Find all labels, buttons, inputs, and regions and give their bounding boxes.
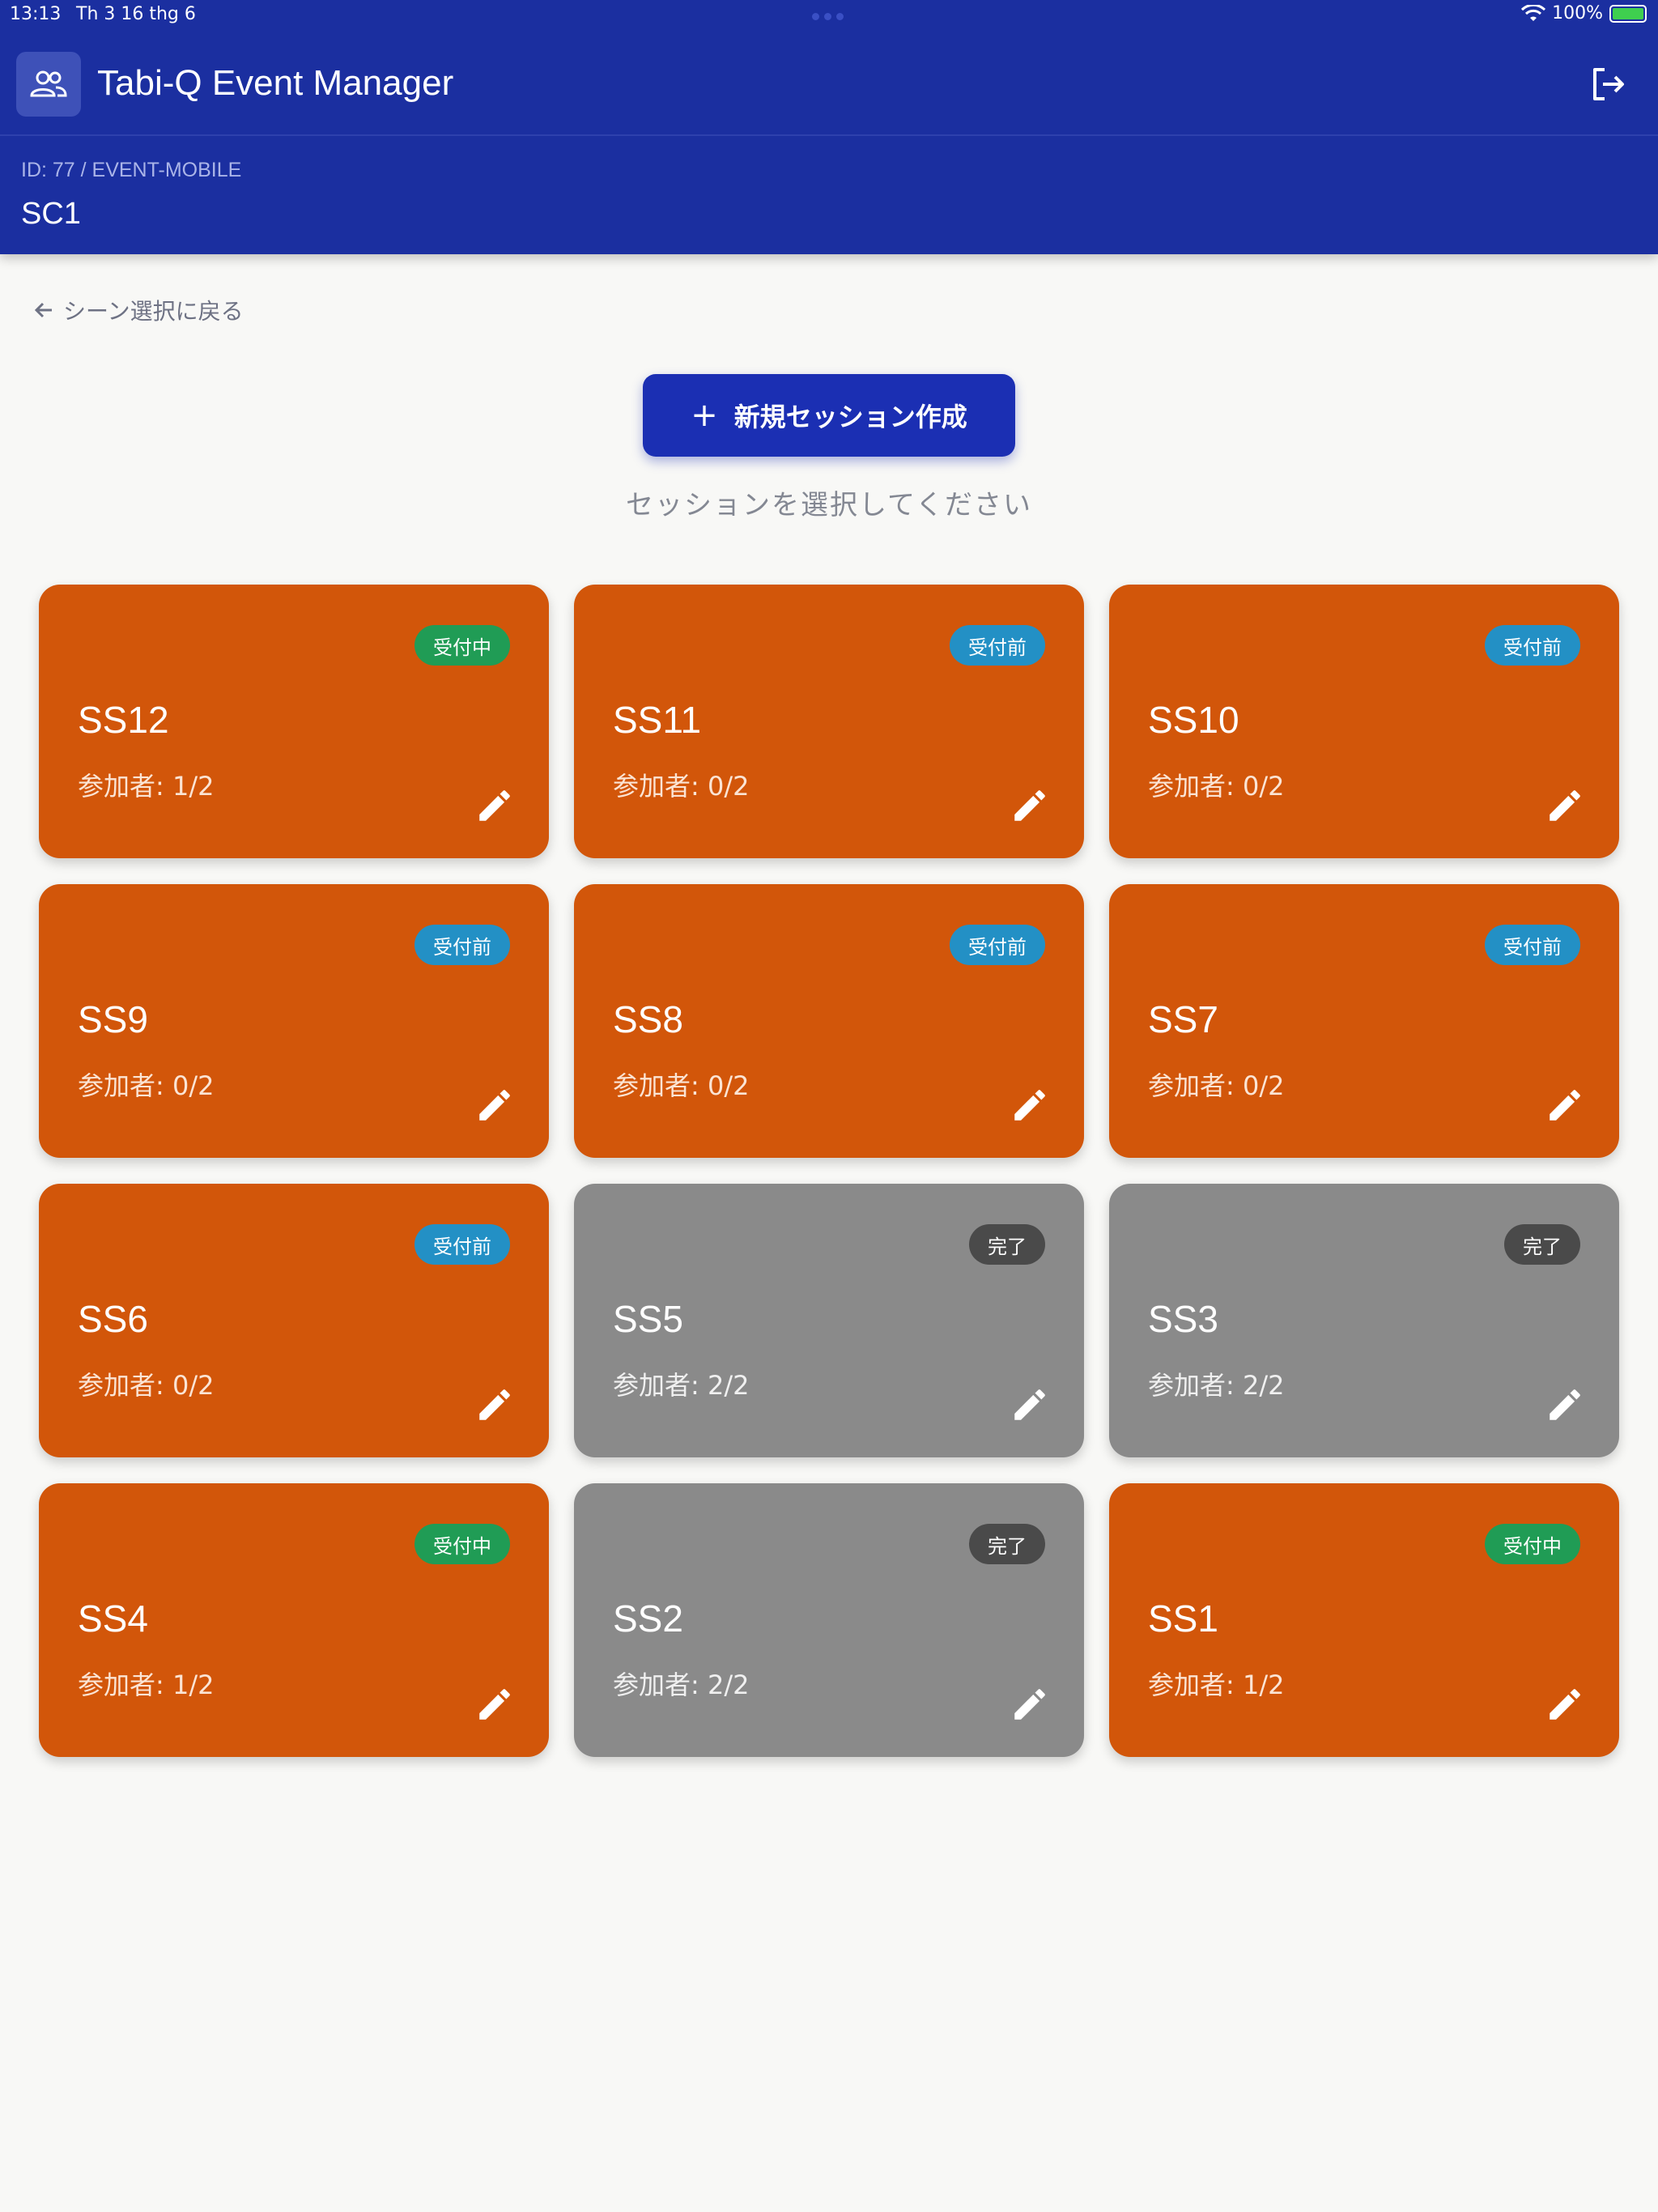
arrow-left-icon	[34, 302, 52, 318]
status-badge: 受付前	[414, 925, 510, 965]
session-card[interactable]: 受付前 SS10 参加者: 0/2	[1109, 585, 1619, 858]
status-date: Th 3 16 thg 6	[76, 4, 196, 24]
participant-count: 参加者: 2/2	[613, 1370, 750, 1401]
session-name: SS4	[78, 1597, 148, 1640]
pencil-icon	[474, 1090, 515, 1129]
edit-session-button[interactable]	[1010, 1385, 1050, 1425]
session-card[interactable]: 完了 SS2 参加者: 2/2	[574, 1483, 1084, 1757]
pencil-icon	[1545, 1689, 1585, 1728]
participant-count: 参加者: 0/2	[78, 1370, 215, 1401]
participant-count: 参加者: 2/2	[613, 1670, 750, 1700]
edit-session-button[interactable]	[1010, 785, 1050, 826]
participant-count: 参加者: 1/2	[1148, 1670, 1285, 1700]
session-card[interactable]: 受付中 SS1 参加者: 1/2	[1109, 1483, 1619, 1757]
edit-session-button[interactable]	[1010, 1684, 1050, 1725]
event-name: SC1	[21, 197, 81, 231]
participant-count: 参加者: 0/2	[1148, 1070, 1285, 1101]
wifi-icon	[1521, 4, 1546, 21]
session-card[interactable]: 受付前 SS9 参加者: 0/2	[39, 884, 549, 1158]
pencil-icon	[1545, 1389, 1585, 1428]
edit-session-button[interactable]	[1545, 1085, 1585, 1125]
create-session-button[interactable]: + 新規セッション作成	[643, 374, 1015, 457]
session-name: SS8	[613, 998, 683, 1040]
session-card[interactable]: 受付前 SS7 参加者: 0/2	[1109, 884, 1619, 1158]
users-icon	[16, 52, 81, 117]
session-name: SS3	[1148, 1298, 1218, 1340]
status-time: 13:13	[10, 4, 62, 24]
participant-count: 参加者: 0/2	[78, 1070, 215, 1101]
back-to-scene-link[interactable]: シーン選択に戻る	[32, 294, 244, 326]
create-session-label: 新規セッション作成	[733, 402, 967, 432]
battery-icon	[1609, 4, 1647, 23]
status-badge: 受付前	[950, 925, 1045, 965]
session-grid: 受付中 SS12 参加者: 1/2 受付前 SS11 参加者: 0/2 受付前 SS10 参加者…	[39, 585, 1619, 1757]
pencil-icon	[1010, 1689, 1050, 1728]
multitasking-dots-icon[interactable]	[810, 5, 848, 21]
session-name: SS2	[613, 1597, 683, 1640]
select-session-prompt: セッションを選択してください	[626, 489, 1032, 521]
status-badge: 受付中	[414, 625, 510, 666]
edit-session-button[interactable]	[1545, 1684, 1585, 1725]
session-card[interactable]: 受付前 SS11 参加者: 0/2	[574, 585, 1084, 858]
pencil-icon	[474, 790, 515, 829]
edit-session-button[interactable]	[474, 1085, 515, 1125]
status-badge: 完了	[969, 1524, 1045, 1564]
participant-count: 参加者: 2/2	[1148, 1370, 1285, 1401]
session-card[interactable]: 受付前 SS6 参加者: 0/2	[39, 1184, 549, 1457]
pencil-icon	[1545, 1090, 1585, 1129]
status-badge: 受付前	[1485, 625, 1580, 666]
participant-count: 参加者: 1/2	[78, 771, 215, 802]
session-name: SS11	[613, 699, 702, 741]
session-card[interactable]: 受付中 SS4 参加者: 1/2	[39, 1483, 549, 1757]
status-indicators: 100%	[1521, 3, 1647, 23]
session-card[interactable]: 受付中 SS12 参加者: 1/2	[39, 585, 549, 858]
participant-count: 参加者: 1/2	[78, 1670, 215, 1700]
edit-session-button[interactable]	[1010, 1085, 1050, 1125]
edit-session-button[interactable]	[1545, 785, 1585, 826]
session-card[interactable]: 完了 SS3 参加者: 2/2	[1109, 1184, 1619, 1457]
status-badge: 受付前	[950, 625, 1045, 666]
session-name: SS7	[1148, 998, 1218, 1040]
pencil-icon	[1010, 790, 1050, 829]
logout-icon	[1593, 68, 1624, 100]
pencil-icon	[1010, 1090, 1050, 1129]
status-bar: 13:13 Th 3 16 thg 6 100%	[0, 0, 1658, 32]
pencil-icon	[1010, 1389, 1050, 1428]
participant-count: 参加者: 0/2	[613, 771, 750, 802]
edit-session-button[interactable]	[1545, 1385, 1585, 1425]
participant-count: 参加者: 0/2	[1148, 771, 1285, 802]
session-name: SS12	[78, 699, 169, 741]
app-title: Tabi-Q Event Manager	[97, 63, 454, 103]
battery-percent: 100%	[1552, 3, 1603, 23]
app-bar: Tabi-Q Event Manager	[0, 32, 1658, 136]
status-badge: 完了	[1504, 1224, 1580, 1265]
event-id: ID: 77 / EVENT-MOBILE	[21, 159, 242, 181]
session-name: SS9	[78, 998, 148, 1040]
session-name: SS5	[613, 1298, 683, 1340]
plus-icon: +	[691, 397, 718, 434]
status-badge: 受付前	[414, 1224, 510, 1265]
edit-session-button[interactable]	[474, 785, 515, 826]
pencil-icon	[474, 1689, 515, 1728]
pencil-icon	[474, 1389, 515, 1428]
edit-session-button[interactable]	[474, 1385, 515, 1425]
status-badge: 受付前	[1485, 925, 1580, 965]
status-badge: 完了	[969, 1224, 1045, 1265]
session-card[interactable]: 受付前 SS8 参加者: 0/2	[574, 884, 1084, 1158]
participant-count: 参加者: 0/2	[613, 1070, 750, 1101]
session-name: SS10	[1148, 699, 1239, 741]
back-link-label: シーン選択に戻る	[63, 298, 244, 325]
session-name: SS6	[78, 1298, 148, 1340]
pencil-icon	[1545, 790, 1585, 829]
logout-button[interactable]	[1587, 63, 1629, 105]
session-name: SS1	[1148, 1597, 1218, 1640]
status-badge: 受付中	[414, 1524, 510, 1564]
edit-session-button[interactable]	[474, 1684, 515, 1725]
status-badge: 受付中	[1485, 1524, 1580, 1564]
session-card[interactable]: 完了 SS5 参加者: 2/2	[574, 1184, 1084, 1457]
header: 13:13 Th 3 16 thg 6 100% Tabi-Q Event Ma…	[0, 0, 1658, 254]
